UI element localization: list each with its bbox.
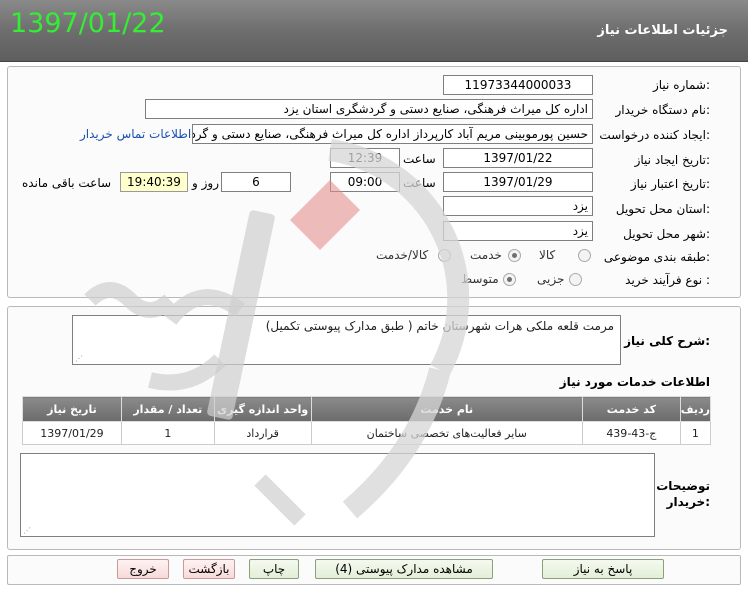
services-table: ردیف کد خدمت نام خدمت واحد اندازه گیری ت… — [22, 396, 712, 445]
category-radio-goods-service[interactable] — [438, 249, 451, 262]
table-row: 1 ج-43-439 سایر فعالیت‌های تخصصی ساختمان… — [22, 421, 712, 445]
col-header-quantity: تعداد / مقدار — [120, 396, 215, 422]
process-radio-medium[interactable] — [503, 273, 516, 286]
buyer-contact-link[interactable]: اطلاعات تماس خریدار — [80, 127, 191, 141]
reply-button[interactable]: پاسخ به نیاز — [542, 559, 664, 579]
print-button[interactable]: چاپ — [249, 559, 299, 579]
need-number-field: 11973344000033 — [443, 75, 593, 95]
services-title: اطلاعات خدمات مورد نیاز — [559, 375, 710, 389]
col-header-unit: واحد اندازه گیری — [213, 396, 312, 422]
created-date-field: 1397/01/22 — [443, 148, 593, 168]
process-type-label: نوع فرآیند خرید : — [625, 273, 710, 287]
process-radio-minor[interactable] — [569, 273, 582, 286]
category-radio-goods[interactable] — [578, 249, 591, 262]
cell-row-number: 1 — [679, 421, 712, 445]
validity-date-field: 1397/01/29 — [443, 172, 593, 192]
cell-service-name: سایر فعالیت‌های تخصصی ساختمان — [310, 421, 583, 445]
created-hour-label: ساعت — [403, 152, 436, 166]
buyer-org-field: اداره کل میراث فرهنگی، صنایع دستی و گردش… — [145, 99, 593, 119]
back-button[interactable]: بازگشت — [183, 559, 235, 579]
validity-date-label: تاریخ اعتبار نیاز: — [630, 177, 710, 191]
category-option-service: خدمت — [470, 248, 502, 262]
province-field: یزد — [443, 196, 593, 216]
province-label: استان محل تحویل: — [615, 202, 710, 216]
city-field: یزد — [443, 221, 593, 241]
col-header-row-number: ردیف — [679, 396, 712, 422]
col-header-service-name: نام خدمت — [310, 396, 583, 422]
category-option-goods: کالا — [539, 248, 556, 262]
remaining-time-label: ساعت باقی مانده — [22, 176, 112, 190]
validity-time-field: 09:00 — [330, 172, 400, 192]
cell-unit: قرارداد — [213, 421, 312, 445]
remaining-time-field: 19:40:39 — [120, 172, 188, 192]
summary-text: مرمت قلعه ملکی هرات شهرستان خاتم ( طبق م… — [265, 319, 614, 333]
category-label: طبقه بندی موضوعی: — [603, 250, 710, 264]
created-date-label: تاریخ ایجاد نیاز: — [634, 153, 710, 167]
requester-label: ایجاد کننده درخواست: — [599, 128, 710, 142]
resize-grip-icon[interactable]: ⋰ — [75, 354, 83, 363]
header-bar: 1397/01/22 جزئیات اطلاعات نیاز — [0, 0, 748, 62]
col-header-need-date: تاریخ نیاز — [22, 396, 122, 422]
need-number-label: شماره نیاز: — [652, 78, 710, 92]
col-header-service-code: کد خدمت — [581, 396, 681, 422]
process-option-minor: جزیی — [537, 272, 565, 286]
cell-service-code: ج-43-439 — [581, 421, 681, 445]
summary-label: شرح کلی نیاز: — [624, 334, 710, 348]
exit-button[interactable]: خروج — [117, 559, 169, 579]
validity-hour-label: ساعت — [403, 176, 436, 190]
created-time-field: 12:39 — [330, 148, 400, 168]
summary-textarea[interactable]: مرمت قلعه ملکی هرات شهرستان خاتم ( طبق م… — [72, 315, 621, 365]
city-label: شهر محل تحویل: — [623, 227, 710, 241]
page-title: جزئیات اطلاعات نیاز — [597, 23, 728, 38]
days-label: روز و — [192, 176, 219, 190]
buyer-notes-textarea[interactable]: ⋰ — [20, 453, 655, 537]
cell-need-date: 1397/01/29 — [22, 421, 122, 445]
requester-field: حسین پورموبینی مریم آباد کارپرداز اداره … — [192, 124, 593, 144]
view-attachments-button[interactable]: مشاهده مدارک پیوستی (4) — [315, 559, 493, 579]
cell-quantity: 1 — [120, 421, 215, 445]
category-option-goods-service: کالا/خدمت — [376, 248, 429, 262]
days-remaining-field: 6 — [221, 172, 291, 192]
category-radio-service[interactable] — [508, 249, 521, 262]
resize-grip-icon[interactable]: ⋰ — [23, 526, 31, 535]
buyer-org-label: نام دستگاه خریدار: — [615, 103, 711, 117]
header-date: 1397/01/22 — [10, 8, 166, 39]
process-option-medium: متوسط — [461, 272, 499, 286]
table-header-row: ردیف کد خدمت نام خدمت واحد اندازه گیری ت… — [22, 396, 712, 422]
